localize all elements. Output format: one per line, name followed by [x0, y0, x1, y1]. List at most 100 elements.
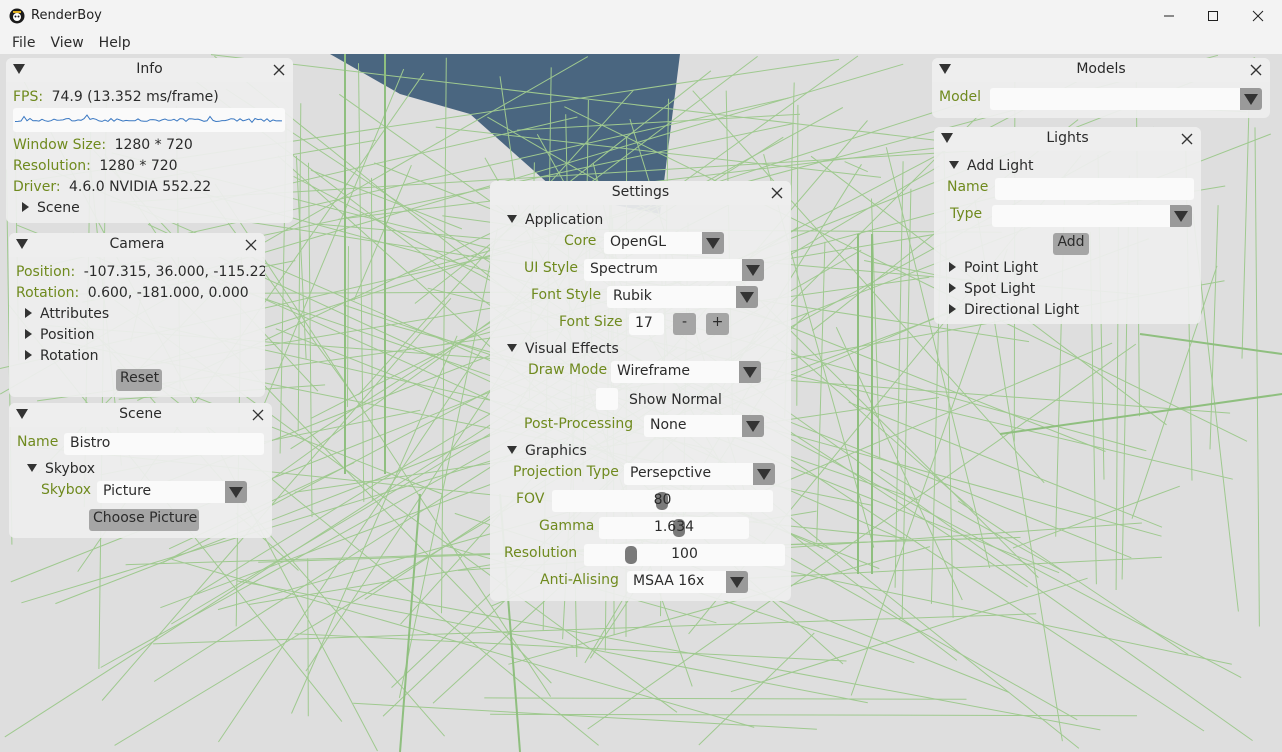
collapse-arrow-icon — [27, 464, 37, 472]
fov-value: 80 — [653, 492, 672, 508]
light-name-label: Name — [947, 179, 989, 195]
tree-node-label: Rotation — [40, 348, 99, 364]
close-icon[interactable] — [1180, 132, 1194, 146]
font-size-input[interactable]: 17 — [629, 313, 664, 335]
add-light-button[interactable]: Add — [1053, 233, 1089, 255]
tree-node-rotation[interactable]: Rotation — [25, 348, 99, 364]
camera-panel-header[interactable]: Camera — [9, 233, 265, 257]
chevron-down-icon[interactable] — [1170, 205, 1192, 227]
render-resolution-slider[interactable]: 100 — [584, 544, 785, 566]
models-panel-header[interactable]: Models — [932, 58, 1270, 82]
info-panel: Info FPS: 74.9 (13.352 ms/frame) Window … — [6, 58, 293, 223]
scene-panel-title: Scene — [119, 406, 162, 422]
tree-node-skybox[interactable]: Skybox — [27, 461, 95, 477]
close-icon[interactable] — [1249, 63, 1263, 77]
chevron-down-icon[interactable] — [736, 286, 758, 308]
tree-node-attributes[interactable]: Attributes — [25, 306, 109, 322]
expand-arrow-icon — [949, 283, 956, 293]
ui-style-label: UI Style — [524, 260, 578, 276]
tree-node-directional-light[interactable]: Directional Light — [949, 302, 1079, 318]
font-style-select[interactable]: Rubik — [607, 286, 758, 308]
window-title: RenderBoy — [31, 8, 102, 23]
tree-node-label: Skybox — [45, 461, 96, 477]
reset-button[interactable]: Reset — [116, 369, 162, 391]
chevron-down-icon[interactable] — [225, 481, 247, 503]
chevron-down-icon[interactable] — [726, 571, 748, 593]
expand-arrow-icon — [25, 308, 32, 318]
projection-type-select[interactable]: Persepctive — [624, 463, 775, 485]
maximize-button[interactable] — [1190, 0, 1236, 32]
model-select[interactable] — [990, 88, 1262, 110]
info-panel-header[interactable]: Info — [6, 58, 293, 82]
section-graphics[interactable]: Graphics — [507, 443, 587, 459]
fps-value: 74.9 (13.352 ms/frame) — [51, 89, 219, 105]
gamma-label: Gamma — [539, 518, 595, 534]
render-resolution-value: 100 — [671, 546, 698, 562]
tree-node-label: Scene — [37, 200, 80, 216]
models-panel: Models Model — [932, 58, 1270, 118]
resolution-value: 1280 * 720 — [99, 158, 178, 174]
tree-node-spot-light[interactable]: Spot Light — [949, 281, 1035, 297]
menu-view[interactable]: View — [50, 35, 83, 51]
camera-position-label: Position: — [16, 264, 76, 280]
settings-panel-header[interactable]: Settings — [490, 181, 791, 205]
expand-arrow-icon — [949, 304, 956, 314]
title-bar: RenderBoy — [0, 0, 1282, 32]
camera-panel: Camera Position: -107.315, 36.000, -115.… — [9, 233, 265, 397]
close-icon[interactable] — [251, 408, 265, 422]
scene-name-input[interactable]: Bistro — [64, 433, 264, 455]
skybox-select-value: Picture — [103, 483, 152, 499]
driver-value: 4.6.0 NVIDIA 552.22 — [69, 179, 212, 195]
fov-slider[interactable]: 80 — [552, 490, 773, 512]
core-select-value: OpenGL — [610, 234, 667, 250]
choose-picture-button[interactable]: Choose Picture — [89, 509, 199, 531]
camera-rotation-row: Rotation: 0.600, -181.000, 0.000 — [16, 285, 249, 301]
scene-name-label: Name — [17, 434, 59, 450]
draw-mode-label: Draw Mode — [528, 362, 608, 378]
close-icon — [1252, 10, 1264, 22]
tree-node-scene[interactable]: Scene — [22, 200, 80, 216]
tree-node-add-light[interactable]: Add Light — [949, 158, 1034, 174]
close-icon[interactable] — [272, 63, 286, 77]
collapse-arrow-icon — [949, 161, 959, 169]
post-processing-select[interactable]: None — [644, 415, 764, 437]
skybox-select[interactable]: Picture — [97, 481, 247, 503]
font-size-increase-button[interactable]: + — [706, 313, 729, 335]
menu-file[interactable]: File — [12, 35, 35, 51]
chevron-down-icon[interactable] — [742, 259, 764, 281]
light-type-select[interactable] — [992, 205, 1192, 227]
chevron-down-icon[interactable] — [742, 415, 764, 437]
camera-rotation-value: 0.600, -181.000, 0.000 — [87, 285, 249, 301]
gamma-slider[interactable]: 1.634 — [599, 517, 749, 539]
scene-panel-header[interactable]: Scene — [9, 403, 272, 427]
app-logo-icon — [9, 8, 25, 24]
expand-arrow-icon — [949, 262, 956, 272]
fps-row: FPS: 74.9 (13.352 ms/frame) — [13, 89, 219, 105]
menu-help[interactable]: Help — [99, 35, 131, 51]
chevron-down-icon[interactable] — [753, 463, 775, 485]
close-window-button[interactable] — [1235, 0, 1281, 32]
section-application[interactable]: Application — [507, 212, 603, 228]
chevron-down-icon[interactable] — [702, 232, 724, 254]
window-size-row: Window Size: 1280 * 720 — [13, 137, 193, 153]
tree-node-label: Attributes — [40, 306, 110, 322]
ui-style-select[interactable]: Spectrum — [584, 259, 764, 281]
lights-panel-header[interactable]: Lights — [934, 127, 1201, 151]
tree-node-label: Position — [40, 327, 95, 343]
anti-aliasing-select[interactable]: MSAA 16x — [627, 571, 748, 593]
show-normal-checkbox[interactable] — [596, 388, 618, 410]
light-name-input[interactable] — [995, 178, 1194, 200]
tree-node-position[interactable]: Position — [25, 327, 95, 343]
core-select[interactable]: OpenGL — [604, 232, 724, 254]
camera-panel-title: Camera — [109, 236, 165, 252]
close-icon[interactable] — [244, 238, 258, 252]
chevron-down-icon[interactable] — [1240, 88, 1262, 110]
close-icon[interactable] — [770, 186, 784, 200]
minimize-button[interactable] — [1146, 0, 1192, 32]
section-header-label: Graphics — [525, 443, 587, 459]
chevron-down-icon[interactable] — [739, 361, 761, 383]
section-visual-effects[interactable]: Visual Effects — [507, 341, 619, 357]
font-size-decrease-button[interactable]: - — [673, 313, 696, 335]
draw-mode-select[interactable]: Wireframe — [611, 361, 761, 383]
tree-node-point-light[interactable]: Point Light — [949, 260, 1038, 276]
